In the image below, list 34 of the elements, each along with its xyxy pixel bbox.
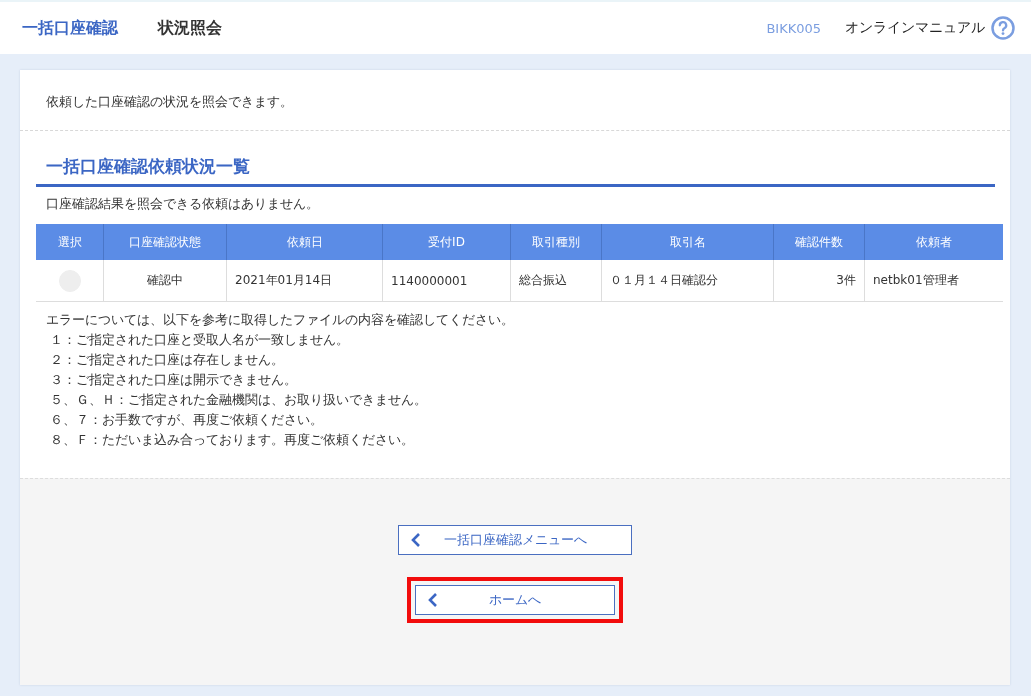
- column-header: 受付ID: [382, 224, 511, 260]
- table-cell: 3件: [836, 273, 856, 287]
- column-header: 依頼日: [226, 224, 383, 260]
- chevron-left-icon: [411, 532, 421, 548]
- intro-text: 依頼した口座確認の状況を照会できます。: [46, 94, 293, 109]
- page-title: 一括口座確認: [22, 17, 118, 39]
- column-header: 取引種別: [510, 224, 602, 260]
- status-message: 口座確認結果を照会できる依頼はありません。: [46, 196, 320, 213]
- note-text: ８、Ｆ：ただいま込み合っております。再度ご依頼ください。: [49, 432, 415, 449]
- help-icon[interactable]: [991, 16, 1015, 40]
- note-text: ２：ご指定された口座は存在しません。: [49, 352, 285, 369]
- table-cell: 1140000001: [391, 273, 468, 288]
- column-header: 依頼者: [864, 224, 1003, 260]
- note-text: ６、７：お手数ですが、再度ご依頼ください。: [49, 412, 324, 429]
- note-text: ５、Ｇ、Ｈ：ご指定された金融機関は、お取り扱いできません。: [49, 392, 428, 409]
- column-header: 取引名: [601, 224, 774, 260]
- table-cell: 総合振込: [519, 273, 567, 287]
- section-title: 一括口座確認依頼状況一覧: [36, 155, 995, 187]
- table-cell: netbk01管理者: [873, 273, 959, 287]
- back-button[interactable]: ホームへ: [415, 585, 615, 615]
- note-text: ３：ご指定された口座は開示できません。: [49, 372, 298, 389]
- note-text: １：ご指定された口座と受取人名が一致しません。: [49, 332, 350, 349]
- column-header: 口座確認状態: [103, 224, 227, 260]
- back-button[interactable]: 一括口座確認メニューへ: [398, 525, 632, 555]
- column-header: 確認件数: [773, 224, 865, 260]
- manual-link[interactable]: オンラインマニュアル: [845, 19, 985, 37]
- table-cell: 確認中: [147, 273, 183, 287]
- table-cell: 2021年01月14日: [235, 273, 333, 287]
- column-header: 選択: [36, 224, 104, 260]
- table-cell: ０１月１４日確認分: [610, 273, 718, 287]
- note-text: エラーについては、以下を参考に取得したファイルの内容を確認してください。: [46, 312, 515, 329]
- page-subtitle: 状況照会: [158, 17, 222, 39]
- screen-id: BIKK005: [766, 20, 821, 36]
- chevron-left-icon: [428, 592, 438, 608]
